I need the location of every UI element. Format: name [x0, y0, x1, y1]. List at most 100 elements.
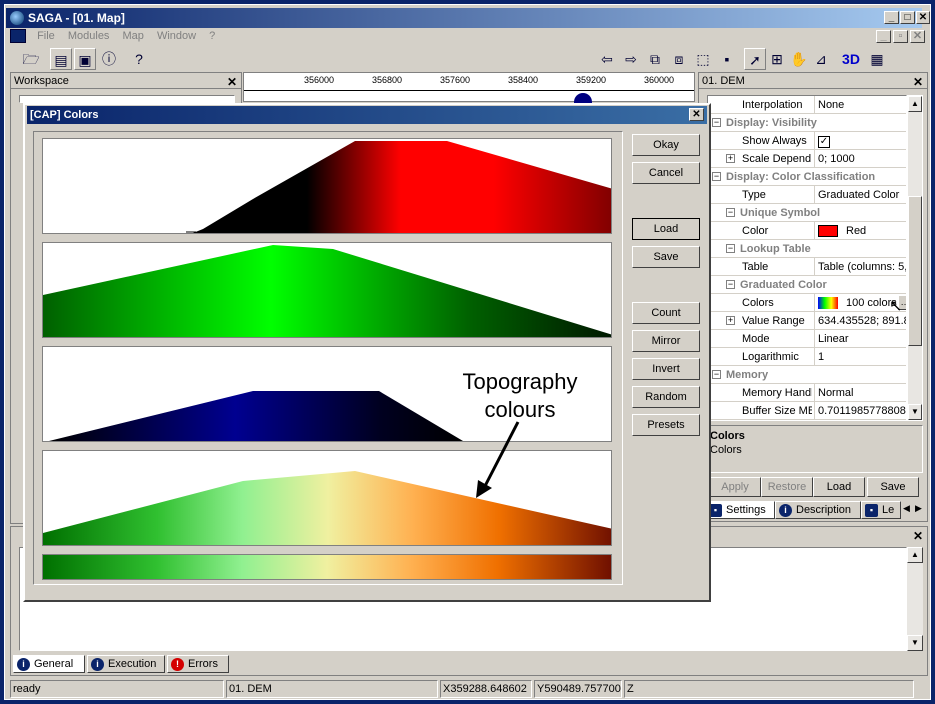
property-row[interactable]: Logarithmic 1: [708, 348, 906, 366]
zoom-forward-icon[interactable]: ⇨: [620, 48, 642, 70]
random-button[interactable]: Random: [632, 386, 700, 408]
red-channel-graph[interactable]: [42, 138, 612, 234]
layout-icon[interactable]: ▦: [866, 48, 888, 70]
property-subgroup-header[interactable]: − Graduated Color: [708, 276, 906, 294]
object-properties-icon[interactable]: ▣: [74, 48, 96, 70]
tab-description[interactable]: i Description: [775, 501, 861, 519]
property-group-header[interactable]: − Display: Visibility: [708, 114, 906, 132]
open-icon[interactable]: 🗁: [20, 48, 42, 70]
property-value[interactable]: 0; 1000: [814, 150, 906, 168]
messages-scroll-up-icon[interactable]: ▲: [907, 547, 923, 563]
property-value[interactable]: Red: [814, 222, 906, 240]
property-row[interactable]: Table Table (columns: 5, r: [708, 258, 906, 276]
measure-icon[interactable]: ⊿: [810, 48, 832, 70]
collapse-icon[interactable]: −: [712, 370, 721, 379]
restore-button[interactable]: Restore: [761, 477, 813, 497]
property-row[interactable]: Mode Linear: [708, 330, 906, 348]
help-icon[interactable]: ?: [128, 48, 150, 70]
tab-legend[interactable]: ▪ Le: [861, 501, 901, 519]
child-close-button[interactable]: ✕: [910, 30, 925, 43]
property-value[interactable]: Table (columns: 5, r: [814, 258, 906, 276]
property-value[interactable]: 0.70119857788085: [814, 402, 906, 420]
expand-icon[interactable]: +: [726, 316, 735, 325]
properties-save-button[interactable]: Save: [867, 477, 919, 497]
menu-help[interactable]: ?: [209, 30, 215, 42]
collapse-icon[interactable]: −: [726, 208, 735, 217]
child-restore-button[interactable]: ▫: [893, 30, 908, 43]
messages-close-icon[interactable]: ✕: [913, 529, 923, 543]
zoom-full-icon[interactable]: ⧉: [644, 48, 666, 70]
property-group-header[interactable]: − Display: Color Classification: [708, 168, 906, 186]
pan-hand-icon[interactable]: ✋: [788, 48, 810, 70]
property-value[interactable]: ✓: [814, 132, 906, 150]
collapse-icon[interactable]: −: [726, 280, 735, 289]
property-row[interactable]: Memory Handling Normal: [708, 384, 906, 402]
property-row[interactable]: Color Red: [708, 222, 906, 240]
scroll-thumb[interactable]: [908, 196, 922, 346]
mirror-button[interactable]: Mirror: [632, 330, 700, 352]
property-row[interactable]: Scale Depend 0; 1000 +: [708, 150, 906, 168]
tab-execution[interactable]: i Execution: [87, 655, 165, 673]
green-channel-graph[interactable]: [42, 242, 612, 338]
invert-button[interactable]: Invert: [632, 358, 700, 380]
presets-button[interactable]: Presets: [632, 414, 700, 436]
property-row[interactable]: Value Range 634.435528; 891.8 +: [708, 312, 906, 330]
zoom-back-icon[interactable]: ⇦: [596, 48, 618, 70]
property-row[interactable]: Type Graduated Color: [708, 186, 906, 204]
dialog-save-button[interactable]: Save: [632, 246, 700, 268]
tab-general[interactable]: i General: [13, 655, 85, 673]
3d-view-icon[interactable]: 3D: [840, 48, 862, 70]
property-grid[interactable]: Interpolation None − Display: Visibility Sho…: [707, 95, 907, 421]
properties-scrollbar[interactable]: ▲ ▼: [907, 95, 923, 421]
properties-load-button[interactable]: Load: [813, 477, 865, 497]
dialog-load-button[interactable]: Load: [632, 218, 700, 240]
tab-settings[interactable]: ▪ Settings: [705, 501, 775, 519]
property-value[interactable]: 1: [814, 348, 906, 366]
property-value[interactable]: Linear: [814, 330, 906, 348]
messages-scroll-down-icon[interactable]: ▼: [907, 635, 923, 651]
collapse-icon[interactable]: −: [712, 118, 721, 127]
dialog-close-icon[interactable]: ✕: [689, 108, 704, 121]
workspace-tree[interactable]: [19, 95, 235, 103]
workspace-close-icon[interactable]: ✕: [227, 74, 237, 90]
minimize-button[interactable]: _: [884, 11, 899, 24]
workspace-toggle-icon[interactable]: ▤: [50, 48, 72, 70]
property-row[interactable]: Colors100 colors…: [708, 294, 906, 312]
zoom-selection-icon[interactable]: ⬚: [692, 48, 714, 70]
close-button[interactable]: ✕: [916, 11, 930, 24]
menu-map[interactable]: Map: [123, 30, 144, 42]
tab-scroll-right-icon[interactable]: ▶: [915, 503, 922, 514]
property-group-header[interactable]: − Memory: [708, 366, 906, 384]
property-row[interactable]: Show Always ✓: [708, 132, 906, 150]
properties-close-icon[interactable]: ✕: [913, 74, 923, 90]
property-subgroup-header[interactable]: − Lookup Table: [708, 240, 906, 258]
okay-button[interactable]: Okay: [632, 134, 700, 156]
synchronize-icon[interactable]: ▪: [716, 48, 738, 70]
tab-scroll-left-icon[interactable]: ◀: [903, 503, 910, 514]
maximize-button[interactable]: □: [900, 11, 915, 24]
property-value[interactable]: None: [814, 96, 906, 114]
zoom-active-icon[interactable]: ⧈: [668, 48, 690, 70]
count-button[interactable]: Count: [632, 302, 700, 324]
property-subgroup-header[interactable]: − Unique Symbol: [708, 204, 906, 222]
menu-file[interactable]: File: [37, 30, 55, 42]
info-icon[interactable]: ⓘ: [98, 48, 120, 70]
messages-scrollbar[interactable]: ▲ ▼: [907, 547, 923, 651]
map-view[interactable]: 356000 356800 357600 358400 359200 36000…: [243, 72, 695, 103]
property-value[interactable]: Normal: [814, 384, 906, 402]
scroll-down-icon[interactable]: ▼: [908, 404, 922, 420]
property-row[interactable]: Buffer Size MB 0.70119857788085: [708, 402, 906, 420]
scroll-up-icon[interactable]: ▲: [908, 96, 922, 112]
cancel-button[interactable]: Cancel: [632, 162, 700, 184]
menu-modules[interactable]: Modules: [68, 30, 110, 42]
tab-errors[interactable]: ! Errors: [167, 655, 229, 673]
property-row[interactable]: Interpolation None: [708, 96, 906, 114]
child-minimize-button[interactable]: _: [876, 30, 891, 43]
zoom-tool-icon[interactable]: ⊞: [766, 48, 788, 70]
apply-button[interactable]: Apply: [709, 477, 761, 497]
collapse-icon[interactable]: −: [712, 172, 721, 181]
collapse-icon[interactable]: −: [726, 244, 735, 253]
combined-color-graph[interactable]: [42, 450, 612, 546]
expand-icon[interactable]: +: [726, 154, 735, 163]
menu-window[interactable]: Window: [157, 30, 196, 42]
